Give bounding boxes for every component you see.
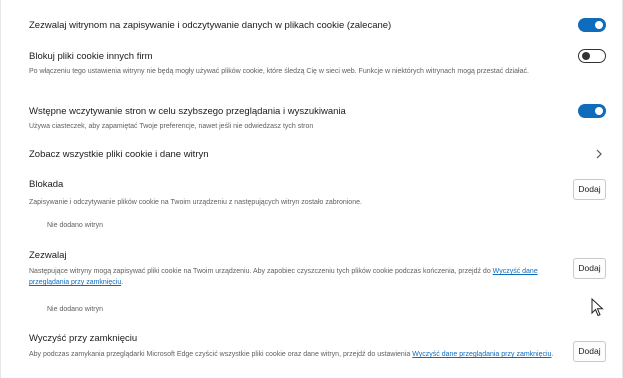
allow-cookies-title: Zezwalaj witrynom na zapisywanie i odczy…	[29, 20, 392, 31]
allow-description-end: .	[121, 279, 124, 286]
block-description: Zapisywanie i odczytywanie plików cookie…	[29, 199, 362, 206]
setting-allow-cookies: Zezwalaj witrynom na zapisywanie i odczy…	[29, 20, 610, 31]
clear-on-close-title: Wyczyść przy zamknięciu	[29, 333, 138, 344]
block-third-party-description: Po włączeniu tego ustawienia witryny nie…	[29, 68, 529, 75]
allow-empty-text: Nie dodano witryn	[47, 306, 104, 313]
block-add-button[interactable]: Dodaj	[573, 179, 606, 200]
allow-cookies-toggle[interactable]	[578, 18, 606, 32]
chevron-right-icon[interactable]	[594, 148, 604, 160]
setting-clear-on-close: Wyczyść przy zamknięciu Aby podczas zamy…	[29, 333, 610, 360]
clear-on-close-description: Aby podczas zamykania przeglądarki Micro…	[29, 349, 569, 360]
toggle-knob	[595, 21, 603, 29]
allow-add-button[interactable]: Dodaj	[573, 258, 606, 279]
allow-title: Zezwalaj	[29, 250, 67, 261]
setting-block: Blokada Zapisywanie i odczytywanie plikó…	[29, 179, 610, 208]
preload-description: Używa ciasteczek, aby zapamiętać Twoje p…	[29, 123, 314, 130]
clear-on-close-description-text: Aby podczas zamykania przeglądarki Micro…	[29, 351, 413, 358]
toggle-knob	[582, 52, 590, 60]
block-third-party-toggle[interactable]	[578, 49, 606, 63]
see-all-cookies-title: Zobacz wszystkie pliki cookie i dane wit…	[29, 149, 209, 160]
allow-description-text: Następujące witryny mogą zapisywać pliki…	[29, 268, 493, 275]
block-third-party-title: Blokuj pliki cookie innych firm	[29, 51, 153, 62]
preload-toggle[interactable]	[578, 104, 606, 118]
preload-title: Wstępne wczytywanie stron w celu szybsze…	[29, 106, 346, 117]
block-title: Blokada	[29, 179, 64, 190]
clear-on-close-settings-link[interactable]: Wyczyść dane przeglądania przy zamknięci…	[412, 351, 551, 358]
setting-block-third-party: Blokuj pliki cookie innych firm Po włącz…	[29, 51, 610, 77]
mouse-pointer-icon	[591, 298, 604, 317]
setting-allow: Zezwalaj Następujące witryny mogą zapisy…	[29, 250, 610, 288]
setting-preload: Wstępne wczytywanie stron w celu szybsze…	[29, 106, 610, 132]
cookie-settings-page: Zezwalaj witrynom na zapisywanie i odczy…	[0, 0, 623, 378]
block-empty-text: Nie dodano witryn	[47, 222, 104, 229]
clear-on-close-description-end: .	[551, 351, 554, 358]
toggle-knob	[595, 107, 603, 115]
clear-on-close-add-button[interactable]: Dodaj	[573, 341, 606, 362]
allow-description: Następujące witryny mogą zapisywać pliki…	[29, 266, 569, 288]
see-all-cookies-row[interactable]: Zobacz wszystkie pliki cookie i dane wit…	[29, 146, 610, 164]
